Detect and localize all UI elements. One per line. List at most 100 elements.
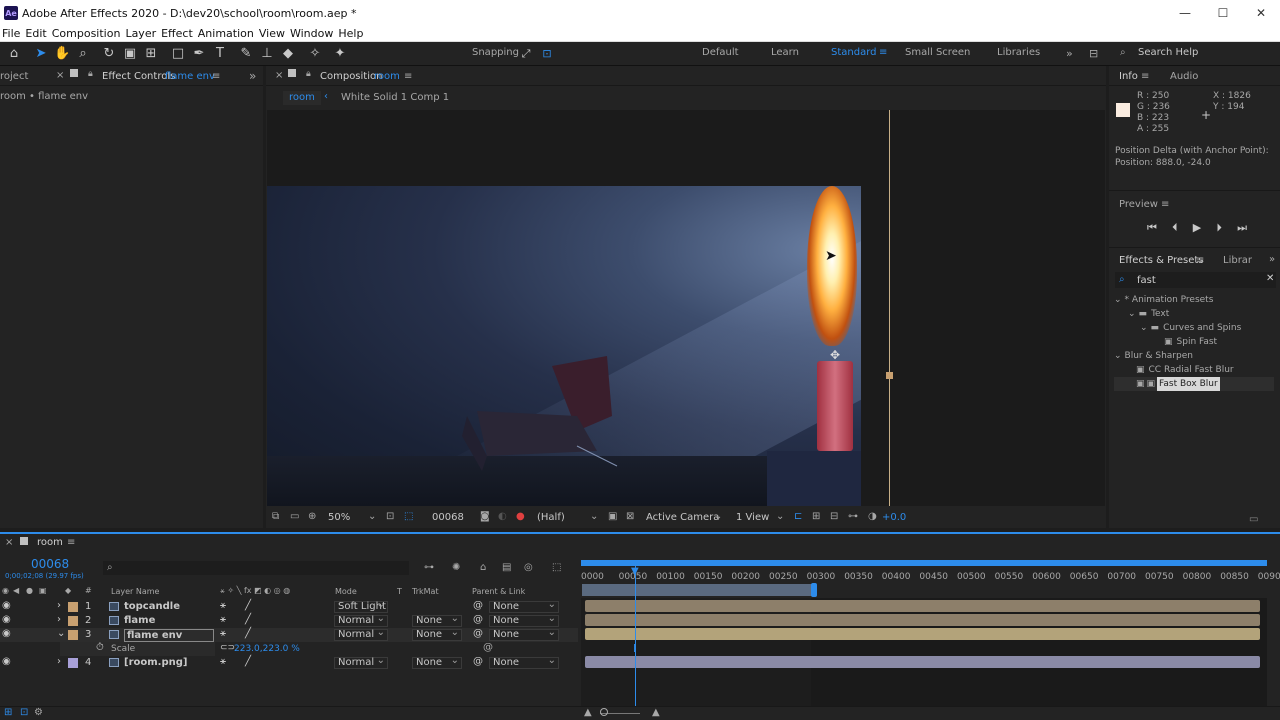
trkmat-dropdown[interactable]: None	[412, 614, 462, 627]
menu-effect[interactable]: Effect	[161, 27, 193, 40]
first-frame-icon[interactable]: ⏮	[1147, 221, 1157, 235]
mode-dropdown[interactable]: Normal	[334, 614, 388, 627]
clear-search-icon[interactable]: ✕	[1266, 273, 1274, 284]
zoom-dropdown[interactable]: 50%	[328, 512, 350, 523]
audio-icon[interactable]: ◀	[13, 586, 19, 595]
close-button[interactable]: ✕	[1242, 0, 1280, 26]
layer-row[interactable]: ◉ › 4 [room.png] ⚹ ╱ Normal None @ None	[0, 656, 578, 670]
effects-search-input[interactable]: fast	[1137, 275, 1156, 286]
eye-icon[interactable]: ◉	[2, 600, 11, 611]
scale-value[interactable]: 223.0,223.0 %	[234, 644, 300, 654]
layer-row[interactable]: ◉ › 2 flame ⚹ ╱ Normal None @ None	[0, 614, 578, 628]
home-icon[interactable]: ⌂	[6, 46, 22, 62]
toggle-inout-icon[interactable]: ⚙	[34, 707, 43, 718]
composition-viewer[interactable]: ✥ ➤	[267, 110, 1105, 506]
camera-tool-icon[interactable]: ▣	[122, 46, 138, 62]
minimize-button[interactable]: —	[1166, 0, 1204, 26]
eraser-tool-icon[interactable]: ◆	[280, 46, 296, 62]
chevron-down-icon[interactable]: ⌄	[714, 511, 722, 522]
panel-menu-icon[interactable]: ≡	[404, 71, 412, 82]
toggle-pixel-aspect-icon[interactable]: ⊏	[794, 511, 802, 522]
type-tool-icon[interactable]: T	[212, 46, 228, 62]
audio-tab[interactable]: Audio	[1170, 71, 1198, 82]
puppet-pin-tool-icon[interactable]: ✦	[332, 46, 348, 62]
chevron-down-icon[interactable]: ⌄	[776, 511, 784, 522]
tree-fast-box-blur[interactable]: ▣ ▣ Fast Box Blur	[1114, 377, 1274, 391]
chevron-down-icon[interactable]: ⌄	[590, 511, 598, 522]
chevron-down-icon[interactable]: ⌄	[368, 511, 376, 522]
preview-menu-icon[interactable]: ≡	[1161, 199, 1169, 210]
mask-view-icon[interactable]: ⊕	[308, 511, 316, 522]
trkmat-dropdown[interactable]: None	[412, 628, 462, 641]
region-of-interest-icon[interactable]: ⬚	[404, 511, 413, 522]
effects-menu-icon[interactable]: ≡	[1196, 255, 1204, 266]
timeline-current-time[interactable]: 00068	[31, 557, 69, 571]
tree-text-folder[interactable]: ⌄ ▬ Text	[1114, 307, 1274, 321]
monitor-icon[interactable]: ▭	[290, 511, 299, 522]
menu-help[interactable]: Help	[338, 27, 363, 40]
workspace-learn[interactable]: Learn	[771, 47, 799, 58]
expand-panel-icon[interactable]: »	[249, 69, 256, 83]
layer-name[interactable]: topcandle	[124, 601, 180, 612]
timeline-toggle-icon[interactable]: ⊟	[830, 511, 838, 522]
layer-row[interactable]: ◉ › 1 topcandle ⚹ ╱ Soft Light @ None	[0, 600, 578, 614]
zoom-out-icon[interactable]: ▲	[584, 707, 592, 718]
close-tab-icon[interactable]: ×	[56, 70, 64, 81]
last-frame-icon[interactable]: ⏭	[1237, 221, 1247, 235]
pen-tool-icon[interactable]: ✒	[191, 46, 207, 62]
pickwhip-icon[interactable]: @	[473, 614, 483, 625]
panel-menu-icon[interactable]: ≡	[212, 71, 220, 82]
selection-tool-icon[interactable]: ➤	[33, 46, 49, 62]
lock-icon[interactable]: ▣	[39, 586, 47, 595]
label-color-swatch[interactable]	[68, 616, 78, 626]
mode-dropdown[interactable]: Normal	[334, 628, 388, 641]
timeline-comp-tab[interactable]: room	[37, 537, 63, 548]
fit-icon[interactable]: ⊡	[386, 511, 394, 522]
parent-dropdown[interactable]: None	[489, 628, 559, 641]
flowchart-icon[interactable]: ⊶	[848, 511, 858, 522]
effects-presets-tab[interactable]: Effects & Presets	[1119, 255, 1204, 266]
work-area-bar[interactable]	[581, 560, 1267, 566]
snapshot-camera-icon[interactable]: ◙	[480, 511, 490, 522]
quality-switch-icon[interactable]: ╱	[245, 656, 251, 667]
constrain-proportions-icon[interactable]: ⊂⊃	[220, 643, 235, 653]
shy-switch-icon[interactable]: ⚹	[220, 600, 226, 611]
next-frame-icon[interactable]: ⏵	[1216, 221, 1222, 235]
chevron-down-icon[interactable]: ⌄	[57, 628, 65, 639]
shy-switch-icon[interactable]: ⚹	[220, 656, 226, 667]
comp-mini-flowchart-icon[interactable]: ⊶	[424, 562, 434, 573]
parent-dropdown[interactable]: None	[489, 614, 559, 627]
menu-edit[interactable]: Edit	[25, 27, 46, 40]
comp-breadcrumb-room[interactable]: room	[283, 91, 321, 105]
libraries-tab[interactable]: Librar	[1223, 255, 1252, 266]
parent-dropdown[interactable]: None	[489, 600, 559, 613]
panel-toggle-icon[interactable]: ⊟	[1089, 47, 1098, 60]
layer-search-field[interactable]: ⌕	[103, 561, 409, 575]
tree-cc-radial-fast-blur[interactable]: ▣ CC Radial Fast Blur	[1114, 363, 1274, 377]
shy-switch-icon[interactable]: ⚹	[220, 614, 226, 625]
layer-name[interactable]: flame	[124, 615, 155, 626]
menu-animation[interactable]: Animation	[198, 27, 254, 40]
view-layout-dropdown[interactable]: 1 View	[736, 512, 769, 523]
eye-icon[interactable]: ◉	[2, 586, 9, 595]
more-workspaces-icon[interactable]: »	[1066, 47, 1073, 60]
time-zoom-slider-handle[interactable]	[600, 708, 608, 716]
current-time-indicator[interactable]	[635, 566, 636, 706]
rotation-tool-icon[interactable]: ↻	[101, 46, 117, 62]
workspace-default[interactable]: Default	[702, 47, 739, 58]
shy-layers-icon[interactable]: ⌂	[480, 562, 486, 573]
solo-icon[interactable]: ●	[26, 586, 33, 595]
mode-dropdown[interactable]: Normal	[334, 656, 388, 669]
layer-name[interactable]: flame env	[124, 629, 214, 642]
brush-tool-icon[interactable]: ✎	[238, 46, 254, 62]
chevron-right-icon[interactable]: ›	[57, 614, 61, 625]
stopwatch-icon[interactable]: ⏱	[96, 642, 104, 653]
layer-row[interactable]: ◉ ⌄ 3 flame env ⚹ ╱ Normal None @ None	[0, 628, 578, 642]
chevron-right-icon[interactable]: ›	[57, 656, 61, 667]
menu-composition[interactable]: Composition	[52, 27, 121, 40]
label-color-swatch[interactable]	[68, 602, 78, 612]
parent-dropdown[interactable]: None	[489, 656, 559, 669]
snap-features-icon[interactable]: ⊡	[539, 46, 555, 62]
label-color-swatch[interactable]	[68, 658, 78, 668]
fast-preview-icon[interactable]: ⊞	[812, 511, 820, 522]
